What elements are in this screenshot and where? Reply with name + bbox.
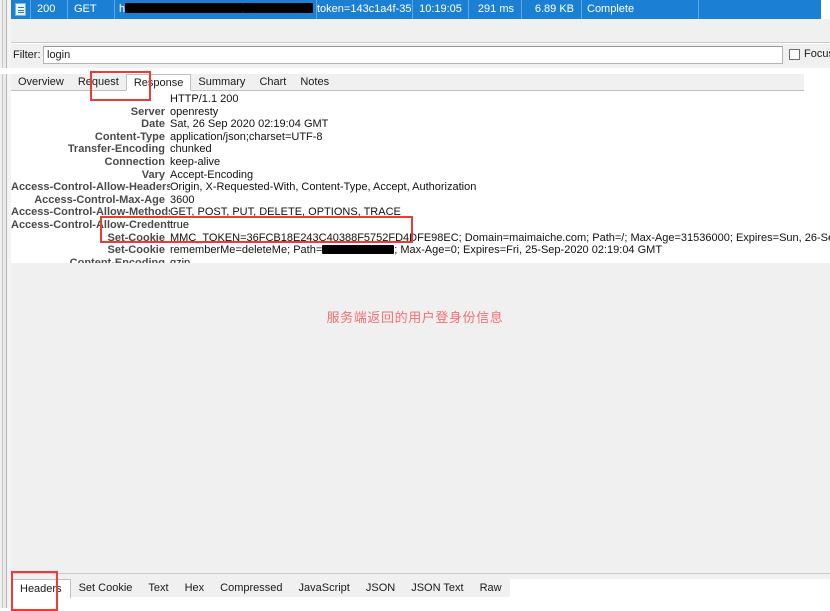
header-row[interactable]: Access-Control-Allow-Methods GET, POST, P… xyxy=(11,206,830,219)
tabstrip-rail xyxy=(0,74,11,91)
header-value: rememberMe=deleteMe; Path=; Max-Age=0; E… xyxy=(170,244,663,257)
bottom-tab-headers[interactable]: Headers xyxy=(11,579,71,599)
header-row[interactable]: Transfer-Encoding chunked xyxy=(11,143,830,156)
header-name: Set-Cookie xyxy=(107,244,165,257)
header-name: Access-Control-Allow-Methods xyxy=(11,206,170,219)
header-row[interactable]: Vary Accept-Encoding xyxy=(11,169,830,182)
session-method: GET xyxy=(68,0,115,19)
header-name: Content-Type xyxy=(94,130,165,143)
header-value: true xyxy=(170,218,189,231)
header-row[interactable]: HTTP/1.1 200 xyxy=(11,93,830,106)
document-icon xyxy=(15,3,26,16)
session-time: 10:19:05 xyxy=(413,0,469,19)
header-row[interactable]: Access-Control-Max-Age 3600 xyxy=(11,194,830,207)
header-value: GET, POST, PUT, DELETE, OPTIONS, TRACE xyxy=(170,206,401,219)
header-name: Transfer-Encoding xyxy=(67,143,165,156)
redaction-bar-host xyxy=(125,3,244,13)
tab-response[interactable]: Response xyxy=(125,74,192,91)
session-size: 6.89 KB xyxy=(522,0,582,19)
bottom-tab-text[interactable]: Text xyxy=(140,579,177,597)
header-name: Date xyxy=(141,118,165,131)
header-name: Connection xyxy=(104,155,166,168)
redaction-bar-path xyxy=(243,3,314,13)
bottom-tab-list: Headers Set Cookie Text Hex Compressed JavaSc… xyxy=(11,579,830,599)
headers-panel-rail[interactable] xyxy=(0,91,11,263)
bottom-tab-hex[interactable]: Hex xyxy=(176,579,213,597)
bottom-tab-spacer xyxy=(509,579,830,599)
http-debugger-window: 200 GET h token=143c1a4f-35f1-427d-8b9a.… xyxy=(0,0,830,611)
session-url-token: token=143c1a4f-35f1-427d-8b9a... xyxy=(317,0,413,19)
filter-label: Filter: xyxy=(13,49,41,61)
header-name: Set-Cookie xyxy=(107,231,165,244)
focused-checkbox-group[interactable]: Focused xyxy=(789,48,830,60)
response-content-area: 服务端返回的用户登身份信息 xyxy=(0,263,830,568)
header-name: Access-Control-Allow-Credentials xyxy=(11,218,170,231)
bottom-strip-rail xyxy=(0,568,11,608)
session-status: Complete xyxy=(582,0,699,19)
tab-notes[interactable]: Notes xyxy=(293,74,337,90)
header-value: openresty xyxy=(170,105,219,118)
bottom-tab-compressed[interactable]: Compressed xyxy=(212,579,291,597)
header-name: Access-Control-Max-Age xyxy=(34,193,165,206)
header-value: Accept-Encoding xyxy=(170,168,254,181)
session-list-body xyxy=(0,19,830,44)
annotation-text: 服务端返回的用户登身份信息 xyxy=(326,311,504,326)
session-row-icon-cell xyxy=(11,0,31,19)
header-value: HTTP/1.1 200 xyxy=(170,93,239,105)
focused-checkbox[interactable] xyxy=(789,48,800,60)
header-row[interactable]: Set-Cookie MMC_TOKEN=36FCB18E243C40388F57… xyxy=(11,232,830,245)
bottom-tab-javascript[interactable]: JavaScript xyxy=(290,579,358,597)
session-status-code: 200 xyxy=(31,0,68,19)
header-value: chunked xyxy=(170,143,212,156)
header-value: MMC_TOKEN=36FCB18E243C40388F5752FD4DFE98… xyxy=(170,231,830,244)
bottom-tab-json-text[interactable]: JSON Text xyxy=(403,579,472,597)
header-value: application/json;charset=UTF-8 xyxy=(170,130,323,143)
header-name: Server xyxy=(130,105,165,118)
header-row[interactable]: Server openresty xyxy=(11,106,830,119)
response-headers-panel: HTTP/1.1 200 Server openresty Date Sat, 26 S… xyxy=(0,91,830,269)
header-row[interactable]: Access-Control-Allow-Headers Origin, X-Re… xyxy=(11,181,830,194)
header-row[interactable]: Set-Cookie rememberMe=deleteMe; Path=; Ma… xyxy=(11,244,830,257)
header-value: Sat, 26 Sep 2020 02:19:04 GMT xyxy=(170,118,329,131)
header-row[interactable]: Date Sat, 26 Sep 2020 02:19:04 GMT xyxy=(11,118,830,131)
header-row[interactable]: Access-Control-Allow-Credentialstrue xyxy=(11,219,830,232)
bottom-tab-raw[interactable]: Raw xyxy=(471,579,510,597)
tab-summary[interactable]: Summary xyxy=(191,74,253,90)
header-value: 3600 xyxy=(170,193,195,206)
tab-overview[interactable]: Overview xyxy=(11,74,71,90)
tab-request[interactable]: Request xyxy=(70,74,126,90)
header-value: keep-alive xyxy=(170,155,221,168)
session-body-scroll-rail[interactable] xyxy=(0,19,11,44)
header-value: Origin, X-Requested-With, Content-Type, … xyxy=(170,181,477,194)
filter-bar-rail xyxy=(0,44,11,68)
header-name: Access-Control-Allow-Headers xyxy=(11,181,170,194)
header-list: HTTP/1.1 200 Server openresty Date Sat, 26 S… xyxy=(11,93,830,269)
filter-input[interactable] xyxy=(43,46,783,64)
main-tab-list: Overview Request Response Summary Chart Notes xyxy=(11,74,804,91)
session-url: h xyxy=(115,0,317,19)
bottom-divider xyxy=(11,573,830,574)
bottom-tab-set-cookie[interactable]: Set Cookie xyxy=(70,579,141,597)
session-row-empty-cell xyxy=(699,0,821,19)
bottom-tab-json[interactable]: JSON xyxy=(357,579,404,597)
session-list-scroll-rail[interactable] xyxy=(0,0,11,19)
focused-checkbox-label: Focused xyxy=(804,48,830,60)
main-tab-spacer xyxy=(336,74,804,90)
response-view-tabstrip: Headers Set Cookie Text Hex Compressed JavaSc… xyxy=(0,568,830,608)
session-list: 200 GET h token=143c1a4f-35f1-427d-8b9a.… xyxy=(0,0,830,19)
session-duration: 291 ms xyxy=(469,0,522,19)
filter-bar: Filter: Focused xyxy=(0,44,830,68)
redaction-bar xyxy=(322,245,395,255)
header-row[interactable]: Content-Type application/json;charset=UTF… xyxy=(11,131,830,144)
header-name: Vary xyxy=(141,168,165,181)
tab-chart[interactable]: Chart xyxy=(252,74,294,90)
response-tabstrip: Overview Request Response Summary Chart Notes xyxy=(0,74,830,91)
header-row[interactable]: Connection keep-alive xyxy=(11,156,830,169)
